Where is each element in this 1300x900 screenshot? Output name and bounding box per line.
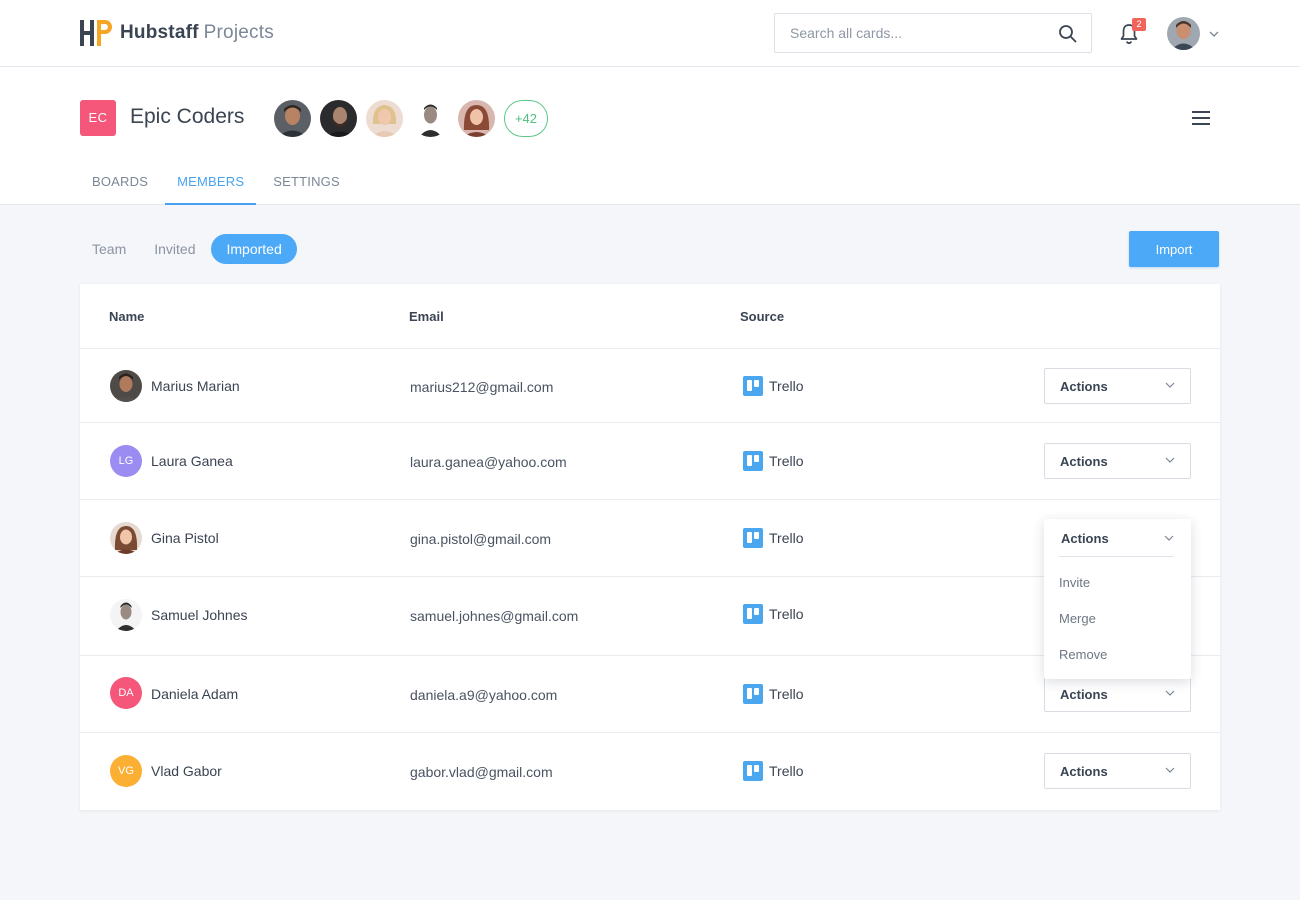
source-label: Trello xyxy=(769,453,804,469)
actions-dropdown[interactable]: Actions xyxy=(1044,443,1191,479)
member-email: gabor.vlad@gmail.com xyxy=(410,764,553,780)
table-row: Marius Marian marius212@gmail.com Trello… xyxy=(80,349,1220,423)
member-filters: Team Invited Imported xyxy=(80,234,301,264)
trello-icon xyxy=(743,684,763,704)
source-label: Trello xyxy=(769,378,804,394)
actions-dropdown-menu: Actions Invite Merge Remove xyxy=(1044,519,1191,679)
chevron-down-icon xyxy=(1165,382,1175,388)
actions-label: Actions xyxy=(1060,687,1108,702)
actions-dropdown[interactable]: Actions xyxy=(1044,676,1191,712)
import-button[interactable]: Import xyxy=(1129,231,1219,267)
member-name: Gina Pistol xyxy=(151,530,219,546)
tab-settings[interactable]: SETTINGS xyxy=(261,175,352,205)
team-member-avatar[interactable] xyxy=(458,100,495,137)
member-avatar xyxy=(110,522,142,554)
project-badge: EC xyxy=(80,100,116,136)
menu-item-merge[interactable]: Merge xyxy=(1059,611,1096,626)
member-avatar: VG xyxy=(110,755,142,787)
tab-boards[interactable]: BOARDS xyxy=(80,175,160,205)
column-header-name: Name xyxy=(109,309,145,324)
table-row: VG Vlad Gabor gabor.vlad@gmail.com Trell… xyxy=(80,733,1220,810)
project-header: EC Epic Coders +42 BOARDS MEMBERS SETTIN… xyxy=(0,67,1300,205)
trello-icon xyxy=(743,451,763,471)
actions-dropdown[interactable]: Actions xyxy=(1044,368,1191,404)
column-header-email: Email xyxy=(409,309,444,324)
member-email: daniela.a9@yahoo.com xyxy=(410,687,558,703)
member-avatar: DA xyxy=(110,677,142,709)
member-avatar xyxy=(110,599,142,631)
hubstaff-logo[interactable]: Hubstaff Projects xyxy=(80,20,274,46)
actions-label: Actions xyxy=(1060,379,1108,394)
search-input[interactable] xyxy=(775,14,1045,52)
search-box xyxy=(774,13,1092,53)
product-name: Projects xyxy=(203,22,274,43)
member-email: samuel.johnes@gmail.com xyxy=(410,608,579,624)
member-source: Trello xyxy=(743,604,804,624)
chevron-down-icon xyxy=(1165,767,1175,773)
trello-icon xyxy=(743,376,763,396)
member-name: Vlad Gabor xyxy=(151,763,222,779)
team-member-avatar[interactable] xyxy=(366,100,403,137)
tab-members[interactable]: MEMBERS xyxy=(165,175,257,205)
team-member-avatar[interactable] xyxy=(320,100,357,137)
member-source: Trello xyxy=(743,528,804,548)
source-label: Trello xyxy=(769,606,804,622)
top-bar: HubstaffProjects 2 xyxy=(0,0,1300,67)
member-email: laura.ganea@yahoo.com xyxy=(410,454,567,470)
chevron-down-icon[interactable] xyxy=(1209,31,1219,37)
project-title: Epic Coders xyxy=(130,105,245,128)
member-avatar xyxy=(110,370,142,402)
source-label: Trello xyxy=(769,763,804,779)
member-email: gina.pistol@gmail.com xyxy=(410,531,552,547)
menu-item-invite[interactable]: Invite xyxy=(1059,575,1090,590)
chevron-down-icon xyxy=(1164,535,1174,541)
source-label: Trello xyxy=(769,530,804,546)
member-source: Trello xyxy=(743,451,804,471)
project-tabs: BOARDS MEMBERS SETTINGS xyxy=(80,175,357,205)
source-label: Trello xyxy=(769,686,804,702)
trello-icon xyxy=(743,604,763,624)
actions-label: Actions xyxy=(1060,454,1108,469)
team-member-avatar[interactable] xyxy=(412,100,449,137)
member-name: Daniela Adam xyxy=(151,686,239,702)
member-name: Samuel Johnes xyxy=(151,607,248,623)
filter-imported[interactable]: Imported xyxy=(211,234,297,264)
actions-dropdown-open[interactable]: Actions xyxy=(1059,519,1174,557)
chevron-down-icon xyxy=(1165,457,1175,463)
table-row: LG Laura Ganea laura.ganea@yahoo.com Tre… xyxy=(80,423,1220,500)
brand-name: Hubstaff xyxy=(120,22,199,43)
member-source: Trello xyxy=(743,684,804,704)
member-source: Trello xyxy=(743,376,804,396)
more-members-count[interactable]: +42 xyxy=(504,100,548,137)
avatar-photo xyxy=(1167,17,1200,50)
filter-invited[interactable]: Invited xyxy=(142,234,207,264)
notification-badge: 2 xyxy=(1132,18,1146,31)
menu-item-remove[interactable]: Remove xyxy=(1059,647,1107,662)
member-email: marius212@gmail.com xyxy=(410,379,554,395)
actions-dropdown[interactable]: Actions xyxy=(1044,753,1191,789)
menu-icon[interactable] xyxy=(1192,111,1210,125)
trello-icon xyxy=(743,528,763,548)
team-avatars: +42 xyxy=(274,100,548,137)
member-name: Marius Marian xyxy=(151,378,240,394)
actions-label: Actions xyxy=(1061,531,1109,546)
table-header: Name Email Source xyxy=(80,284,1220,349)
chevron-down-icon xyxy=(1165,690,1175,696)
member-avatar: LG xyxy=(110,445,142,477)
member-source: Trello xyxy=(743,761,804,781)
filter-team[interactable]: Team xyxy=(80,234,138,264)
trello-icon xyxy=(743,761,763,781)
user-avatar[interactable] xyxy=(1167,17,1200,50)
member-name: Laura Ganea xyxy=(151,453,233,469)
hubstaff-logo-icon xyxy=(80,20,112,46)
notifications-button[interactable]: 2 xyxy=(1119,18,1146,45)
team-member-avatar[interactable] xyxy=(274,100,311,137)
column-header-source: Source xyxy=(740,309,785,324)
actions-label: Actions xyxy=(1060,764,1108,779)
search-icon[interactable] xyxy=(1058,24,1077,43)
